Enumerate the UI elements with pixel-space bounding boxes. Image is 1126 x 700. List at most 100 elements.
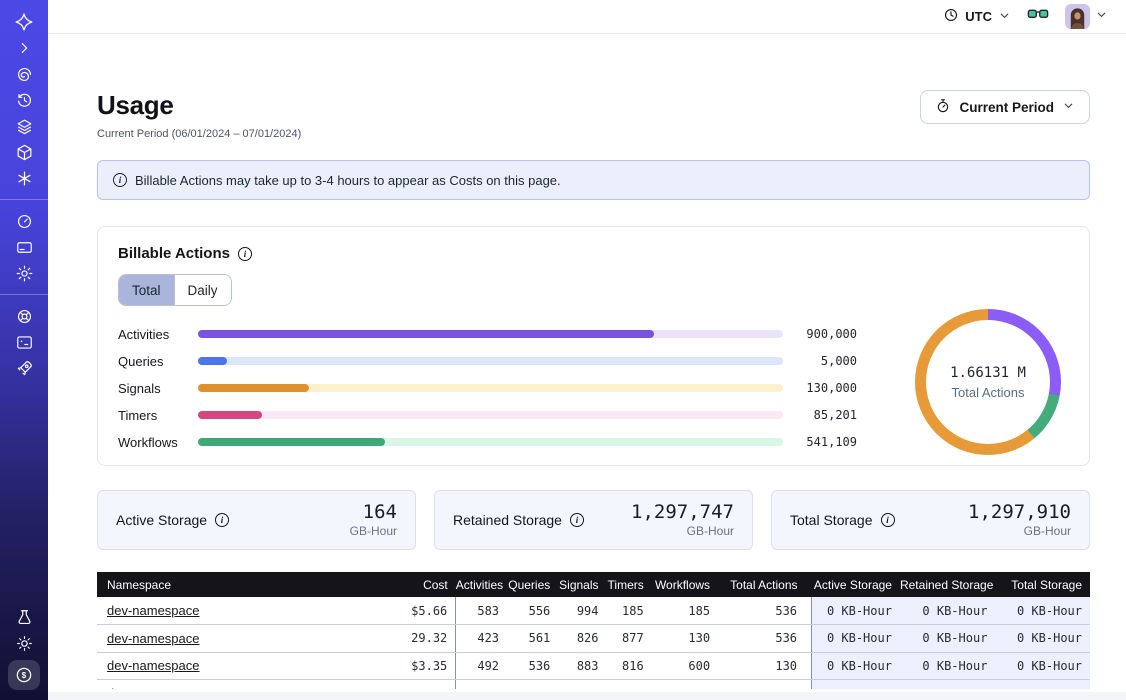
sidebar-nav: $: [0, 0, 48, 700]
retained-storage-card: Retained Storage i 1,297,747 GB-Hour: [434, 490, 753, 550]
cell-activities: [456, 680, 507, 690]
app-window: $ UTC: [0, 0, 1126, 700]
storage-card-value: 1,297,910: [968, 502, 1071, 524]
lifebuoy-icon[interactable]: [9, 303, 39, 329]
cube-icon[interactable]: [9, 139, 39, 165]
rocket-icon[interactable]: [9, 355, 39, 381]
period-button-label: Current Period: [959, 100, 1054, 115]
column-header-timers: Timers: [607, 572, 652, 597]
timezone-selector[interactable]: UTC: [943, 7, 1011, 26]
cell-workflows: 600: [652, 652, 718, 680]
cell-active_storage: 0 KB-Hour: [812, 625, 900, 653]
bar-fill: [198, 330, 654, 338]
info-icon[interactable]: i: [238, 247, 252, 261]
dollar-icon[interactable]: $: [8, 660, 40, 690]
cell-active_storage: 0 KB-Hour: [812, 652, 900, 680]
clock-icon: [943, 7, 959, 26]
total-actions-donut: 1.66131 M Total Actions: [915, 309, 1061, 455]
sidebar-divider: [0, 294, 48, 295]
cell-total_storage: 0 KB-Hour: [995, 597, 1090, 625]
bar-row: Queries5,000: [118, 355, 857, 367]
bar-label: Queries: [118, 354, 186, 369]
card-icon[interactable]: [9, 234, 39, 260]
bar-label: Workflows: [118, 435, 186, 450]
billable-actions-title: Billable Actions: [118, 245, 230, 262]
cell-workflows: 185: [652, 597, 718, 625]
namespace-table: NamespaceCostActivitiesQueriesSignalsTim…: [97, 572, 1090, 689]
column-header-workflows: Workflows: [652, 572, 718, 597]
donut-center: 1.66131 M Total Actions: [926, 320, 1050, 444]
chevron-down-icon: [1062, 99, 1075, 115]
sidebar-divider: [0, 199, 48, 200]
cell-total_actions: 130: [718, 652, 811, 680]
period-dropdown-button[interactable]: Current Period: [920, 90, 1090, 124]
column-header-cost: Cost: [388, 572, 455, 597]
cell-queries: [507, 680, 558, 690]
flask-icon[interactable]: [9, 604, 39, 630]
table-row: dev-namespace$3.354925368838166001300 KB…: [97, 652, 1090, 680]
cell-retained_storage: 0 KB-Hour: [900, 652, 995, 680]
user-menu[interactable]: [1065, 4, 1108, 29]
topbar: UTC: [48, 0, 1126, 34]
main-content: Usage Current Period (06/01/2024 – 07/01…: [48, 34, 1126, 700]
cell-queries: 556: [507, 597, 558, 625]
timezone-label: UTC: [965, 9, 992, 24]
cell-timers: [607, 680, 652, 690]
content-column: UTC Usage Curren: [48, 0, 1126, 700]
storage-card-unit: GB-Hour: [631, 525, 734, 539]
terminal-icon[interactable]: [9, 329, 39, 355]
billable-tabs: Total Daily: [118, 274, 232, 306]
asterisk-icon[interactable]: [9, 165, 39, 191]
info-icon: i: [113, 173, 127, 187]
cell-signals: 826: [558, 625, 606, 653]
cell-signals: 994: [558, 597, 606, 625]
gear-icon[interactable]: [9, 260, 39, 286]
spiral-icon[interactable]: [9, 61, 39, 87]
cell-timers: 816: [607, 652, 652, 680]
table-row: dev-namespace$5.665835569941851855360 KB…: [97, 597, 1090, 625]
chevron-down-icon: [998, 9, 1011, 25]
temporal-logo[interactable]: [9, 9, 39, 35]
namespace-link[interactable]: dev-namespace: [107, 686, 200, 689]
bar-row: Activities900,000: [118, 328, 857, 340]
cell-active_storage: 0 KB-Hour: [812, 597, 900, 625]
glasses-icon[interactable]: [1027, 5, 1049, 28]
cell-cost: $5.66: [388, 597, 455, 625]
bottom-scroll-strip[interactable]: [48, 692, 1126, 700]
namespace-link[interactable]: dev-namespace: [107, 603, 200, 618]
cell-timers: 185: [607, 597, 652, 625]
info-icon[interactable]: i: [570, 513, 584, 527]
column-header-total_storage: Total Storage: [995, 572, 1090, 597]
history-icon[interactable]: [9, 87, 39, 113]
page-subtitle: Current Period (06/01/2024 – 07/01/2024): [97, 128, 301, 140]
chevron-down-icon: [1095, 8, 1108, 26]
namespace-link[interactable]: dev-namespace: [107, 658, 200, 673]
bar-fill: [198, 411, 262, 419]
chevron-right-icon[interactable]: [9, 35, 39, 61]
sun-icon[interactable]: [9, 630, 39, 656]
info-banner: i Billable Actions may take up to 3-4 ho…: [97, 160, 1090, 200]
page-header: Usage Current Period (06/01/2024 – 07/01…: [97, 90, 1090, 140]
cell-queries: 561: [507, 625, 558, 653]
bar-fill: [198, 384, 309, 392]
stopwatch-icon: [935, 98, 951, 117]
info-icon[interactable]: i: [881, 513, 895, 527]
total-storage-card: Total Storage i 1,297,910 GB-Hour: [771, 490, 1090, 550]
info-icon[interactable]: i: [215, 513, 229, 527]
cell-total_actions: [718, 680, 811, 690]
tab-total[interactable]: Total: [119, 275, 174, 305]
column-header-active_storage: Active Storage: [812, 572, 900, 597]
tab-daily[interactable]: Daily: [174, 275, 231, 305]
storage-card-label: Retained Storage: [453, 512, 562, 528]
cell-signals: [558, 680, 606, 690]
column-header-queries: Queries: [507, 572, 558, 597]
table-row: dev-namespace: [97, 680, 1090, 690]
cell-workflows: [652, 680, 718, 690]
page-title: Usage: [97, 90, 301, 121]
cell-namespace: dev-namespace: [97, 680, 388, 690]
layers-icon[interactable]: [9, 113, 39, 139]
storage-card-value: 164: [350, 502, 397, 524]
namespace-link[interactable]: dev-namespace: [107, 631, 200, 646]
cell-retained_storage: 0 KB-Hour: [900, 597, 995, 625]
gauge-icon[interactable]: [9, 208, 39, 234]
